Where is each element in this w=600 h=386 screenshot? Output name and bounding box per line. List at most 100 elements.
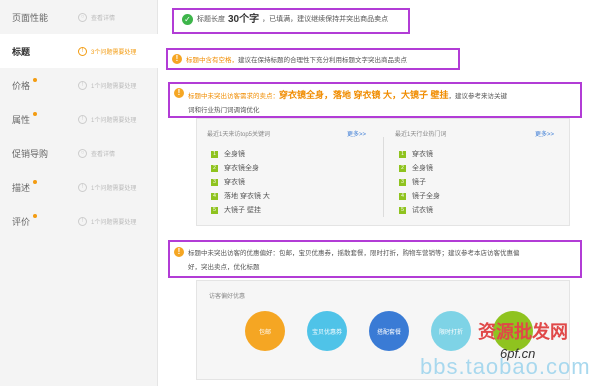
keyword-warning-text2: 词和行业热门词调询优化 xyxy=(188,107,260,114)
rank-badge: 2 xyxy=(399,164,406,172)
preference-warning-line2: 好，突出卖点，优化标题 xyxy=(188,264,260,271)
column-divider xyxy=(383,137,384,217)
keyword-column-header: 最近1天行业热门词 xyxy=(395,132,447,138)
keyword-warning-line1: 标题中未突出访客需求的卖点：穿衣镜全身，落地 穿衣镜 大，大镜子 壁挂，建议参考… xyxy=(188,88,507,101)
nav-status-text: 1个问题需要处理 xyxy=(91,185,137,192)
preference-flash-sale: 限时打折 xyxy=(431,311,471,351)
preference-label: 宝贝优惠券 xyxy=(311,329,342,336)
warning-icon: ! xyxy=(78,182,87,192)
list-item-text: 落地 穿衣镜 大 xyxy=(224,193,270,200)
warning-icon: ! xyxy=(78,80,87,90)
nav-item-reviews[interactable]: 评价 ! 1个问题需要处理 xyxy=(0,204,158,238)
list-item-text: 穿衣镜 xyxy=(224,179,245,186)
nav-item-performance[interactable]: 页面性能 ○ 查看详情 xyxy=(0,0,158,34)
list-item: 5 大镜子 壁挂 xyxy=(211,205,261,215)
alert-dot-icon xyxy=(33,112,37,116)
warning-icon: ! xyxy=(78,114,87,124)
list-item: 2 穿衣镜全身 xyxy=(211,163,259,173)
preference-warning-body: 标题中未突出访客的优惠偏好：包邮，宝贝优惠券，摇散套餐，限时打折，购物车营销等；… xyxy=(188,247,520,271)
space-warning-lead: 标题中含有空格， xyxy=(186,57,238,64)
nav-status: ! 3个问题需要处理 xyxy=(78,46,137,56)
list-item: 4 镜子全身 xyxy=(399,191,440,201)
nav-status: ! 1个问题需要处理 xyxy=(78,80,137,90)
list-item: 2 全身镜 xyxy=(399,163,433,173)
list-item-text: 穿衣镜全身 xyxy=(224,165,259,172)
nav-label: 页面性能 xyxy=(12,12,49,23)
space-warning-message: ! 标题中含有空格， 建议在保持标题的合理性下充分利用标题文字突出商品卖点 xyxy=(172,54,407,64)
title-length-message: ✓ 标题长度 30个字 ，已填满，建议继续保持并突出商品卖点 xyxy=(182,14,388,25)
keyword-warning-keywords: 穿衣镜全身，落地 穿衣镜 大，大镜子 壁挂 xyxy=(279,90,449,100)
nav-item-promotion[interactable]: 促销导购 ○ 查看详情 xyxy=(0,136,158,170)
keyword-warning-lead: 标题中未突出访客需求的卖点： xyxy=(188,93,279,100)
alert-dot-icon xyxy=(33,180,37,184)
sidebar-nav: 页面性能 ○ 查看详情 标题 ! 3个问题需要处理 价格 ! 1个问题需要处理 … xyxy=(0,0,158,386)
list-item: 5 试衣镜 xyxy=(399,205,433,215)
nav-label: 描述 xyxy=(12,182,31,193)
more-link[interactable]: 更多>> xyxy=(347,129,366,138)
list-item-text: 试衣镜 xyxy=(412,207,433,214)
list-item: 4 落地 穿衣镜 大 xyxy=(211,191,270,201)
nav-status-text: 1个问题需要处理 xyxy=(91,219,137,226)
nav-item-title[interactable]: 标题 ! 3个问题需要处理 xyxy=(0,34,158,68)
nav-status-text: 3个问题需要处理 xyxy=(91,49,137,56)
nav-label: 属性 xyxy=(12,114,31,125)
list-item: 3 穿衣镜 xyxy=(211,177,245,187)
preference-label: 包邮 xyxy=(258,329,271,336)
list-item-text: 镜子全身 xyxy=(412,193,440,200)
rank-badge: 2 xyxy=(211,164,218,172)
keyword-column-header: 最近1天来访top5关键词 xyxy=(207,132,271,138)
nav-status: ! 1个问题需要处理 xyxy=(78,216,137,226)
nav-item-price[interactable]: 价格 ! 1个问题需要处理 xyxy=(0,68,158,102)
nav-status: ! 1个问题需要处理 xyxy=(78,114,136,124)
warning-icon: ! xyxy=(174,88,184,98)
list-item: 1 穿衣镜 xyxy=(399,149,433,159)
nav-status-text: 1个问题需要处理 xyxy=(91,83,137,90)
nav-label: 标题 xyxy=(12,46,31,57)
preference-coupon: 宝贝优惠券 xyxy=(307,311,347,351)
warning-icon: ! xyxy=(78,216,87,226)
list-item-text: 全身镜 xyxy=(224,151,245,158)
keyword-panel: 最近1天来访top5关键词 更多>> 1 全身镜 2 穿衣镜全身 3 穿衣镜 4 落地 … xyxy=(196,118,570,226)
nav-status: ○ 查看详情 xyxy=(78,148,116,158)
nav-item-description[interactable]: 描述 ! 1个问题需要处理 xyxy=(0,170,158,204)
preference-bundle: 搭配套餐 xyxy=(369,311,409,351)
more-link[interactable]: 更多>> xyxy=(535,129,554,138)
preference-panel-header: 访客偏好优惠 xyxy=(209,294,246,300)
warning-icon: ! xyxy=(78,46,87,56)
rank-badge: 5 xyxy=(211,206,218,214)
title-length-count: 30个字 xyxy=(228,14,260,25)
alert-dot-icon xyxy=(33,214,37,218)
rank-badge: 3 xyxy=(399,178,406,186)
list-item-text: 穿衣镜 xyxy=(412,151,433,158)
list-item-text: 镜子 xyxy=(412,179,426,186)
nav-label: 促销导购 xyxy=(12,148,49,159)
clock-icon: ○ xyxy=(78,148,87,158)
list-item: 3 镜子 xyxy=(399,177,426,187)
nav-label: 价格 xyxy=(12,80,31,91)
preference-free-shipping: 包邮 xyxy=(245,311,285,351)
preference-label: 搭配套餐 xyxy=(376,329,401,336)
watermark-brand: 资源批发网 xyxy=(478,322,568,342)
list-item: 1 全身镜 xyxy=(211,149,245,159)
watermark-domain: 6pf.cn xyxy=(500,346,536,361)
nav-item-attributes[interactable]: 属性 ! 1个问题需要处理 xyxy=(0,102,158,136)
title-length-suffix: ，已填满，建议继续保持并突出商品卖点 xyxy=(262,16,389,23)
space-warning-text: 建议在保持标题的合理性下充分利用标题文字突出商品卖点 xyxy=(238,57,407,64)
preference-label: 限时打折 xyxy=(438,329,463,336)
optimization-page: 页面性能 ○ 查看详情 标题 ! 3个问题需要处理 价格 ! 1个问题需要处理 … xyxy=(0,0,600,386)
list-item-text: 大镜子 壁挂 xyxy=(224,207,261,214)
preference-warning-message: ! 标题中未突出访客的优惠偏好：包邮，宝贝优惠券，摇散套餐，限时打折，购物车营销… xyxy=(174,247,578,271)
keyword-warning-text: ，建议参考来访关键 xyxy=(448,93,508,100)
nav-status: ○ 查看详情 xyxy=(78,12,115,22)
rank-badge: 4 xyxy=(399,192,406,200)
nav-label: 评价 xyxy=(12,216,31,227)
clock-icon: ○ xyxy=(78,12,87,22)
list-item-text: 全身镜 xyxy=(412,165,433,172)
rank-badge: 1 xyxy=(211,150,218,158)
check-icon: ✓ xyxy=(182,14,193,25)
keyword-warning-body: 标题中未突出访客需求的卖点：穿衣镜全身，落地 穿衣镜 大，大镜子 壁挂，建议参考… xyxy=(188,88,507,114)
nav-status-text: 查看详情 xyxy=(91,151,116,158)
keyword-warning-message: ! 标题中未突出访客需求的卖点：穿衣镜全身，落地 穿衣镜 大，大镜子 壁挂，建议… xyxy=(174,88,574,114)
warning-icon: ! xyxy=(174,247,184,257)
alert-dot-icon xyxy=(33,78,37,82)
